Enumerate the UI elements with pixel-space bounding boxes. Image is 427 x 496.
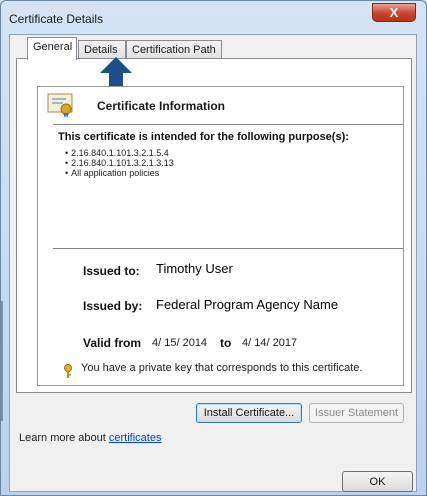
divider xyxy=(53,124,403,125)
private-key-message: You have a private key that corresponds … xyxy=(81,362,363,374)
tab-general-label: General xyxy=(33,41,73,53)
valid-to-value: 4/ 14/ 2017 xyxy=(242,337,298,349)
tab-details-label: Details xyxy=(84,44,118,56)
divider xyxy=(53,248,403,249)
certificate-icon xyxy=(47,93,73,118)
valid-to-label: to xyxy=(220,336,232,350)
issued-by-label: Issued by: xyxy=(83,299,143,313)
certificates-link[interactable]: certificates xyxy=(109,432,162,444)
purpose-heading: This certificate is intended for the fol… xyxy=(58,131,349,143)
issued-to-label: Issued to: xyxy=(83,264,140,278)
purpose-list: 2.16.840.1.101.3.2.1.5.4 2.16.840.1.101.… xyxy=(65,148,174,178)
issued-to-value: Timothy User xyxy=(156,261,233,276)
purpose-item: All application policies xyxy=(65,168,174,178)
window-edge xyxy=(1,301,3,421)
window-title: Certificate Details xyxy=(9,12,104,26)
issued-by-value: Federal Program Agency Name xyxy=(156,297,339,312)
install-certificate-label: Install Certificate... xyxy=(203,407,295,419)
tab-general[interactable]: General xyxy=(27,37,77,60)
install-certificate-button[interactable]: Install Certificate... xyxy=(196,403,302,423)
purpose-item: 2.16.840.1.101.3.2.1.3.13 xyxy=(65,158,174,168)
learn-more-text: Learn more about certificates xyxy=(19,432,161,444)
tab-certification-path-label: Certification Path xyxy=(132,44,216,56)
issuer-statement-label: Issuer Statement xyxy=(314,407,399,419)
valid-from-value: 4/ 15/ 2014 xyxy=(152,337,208,349)
close-button[interactable]: X xyxy=(372,3,416,22)
ok-label: OK xyxy=(369,475,386,488)
issuer-statement-button[interactable]: Issuer Statement xyxy=(309,403,404,423)
certificate-information-heading: Certificate Information xyxy=(97,99,226,113)
title-bar[interactable]: Certificate Details X xyxy=(1,1,426,35)
learn-more-prefix: Learn more about xyxy=(19,432,109,444)
ok-button[interactable]: OK xyxy=(342,471,413,492)
close-icon: X xyxy=(389,5,399,20)
certificate-details-window: Certificate Details X General Details Ce… xyxy=(0,0,427,496)
tab-certification-path[interactable]: Certification Path xyxy=(126,40,222,60)
valid-from-label: Valid from xyxy=(83,336,142,350)
purpose-item: 2.16.840.1.101.3.2.1.5.4 xyxy=(65,148,174,158)
key-icon xyxy=(64,364,72,378)
